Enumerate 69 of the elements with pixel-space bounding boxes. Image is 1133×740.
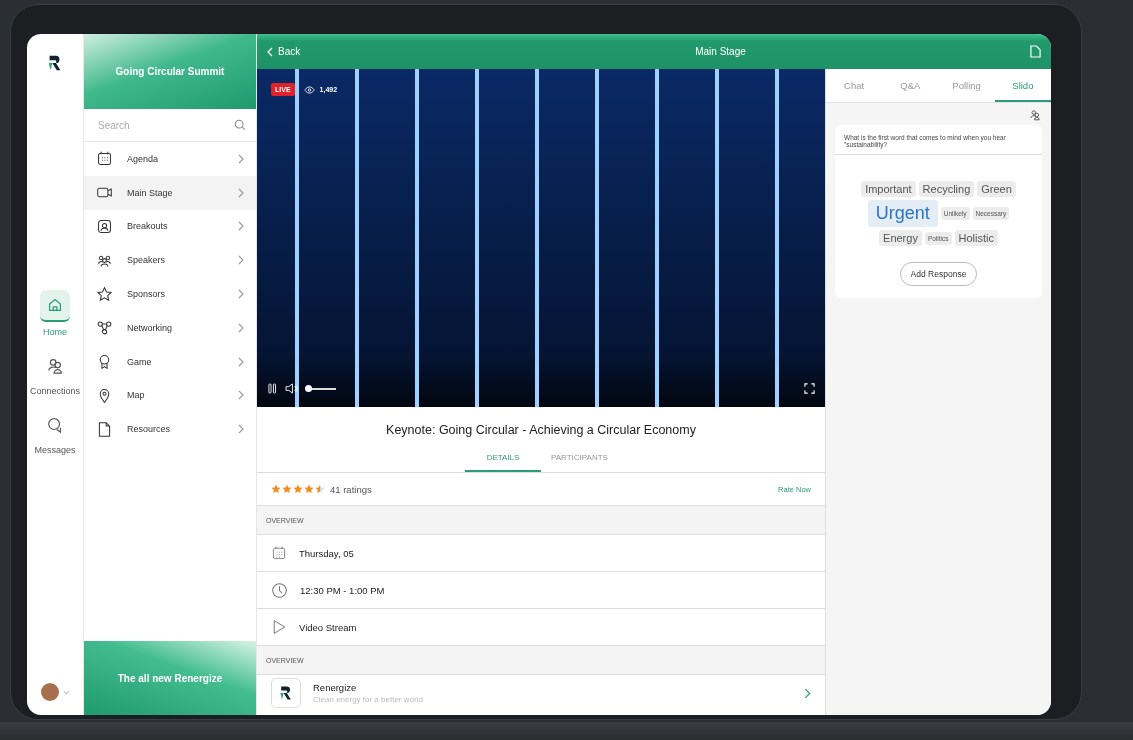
chevron-right-icon[interactable] <box>804 687 811 699</box>
event-title: Going Circular Summit <box>115 66 225 77</box>
word-tag: Urgent <box>867 200 938 227</box>
detail-text: Thursday, 05 <box>299 547 354 559</box>
chevron-left-icon <box>267 46 273 57</box>
avatar[interactable] <box>40 683 59 701</box>
tab[interactable]: DETAILS <box>465 447 541 472</box>
word-tag: Recycling <box>918 181 975 197</box>
banner-text: The all new Renergize <box>117 672 223 684</box>
star-icon <box>282 484 292 494</box>
chevron-right-icon <box>238 322 244 333</box>
clock-icon <box>271 581 288 599</box>
chevron-right-icon <box>238 255 244 266</box>
calendar-icon <box>271 545 287 561</box>
menu-item[interactable]: Networking <box>84 311 256 345</box>
detail-text: 12:30 PM - 1:00 PM <box>300 584 385 596</box>
document-icon[interactable] <box>1030 45 1041 58</box>
rail-nav-item[interactable]: Connections <box>29 351 80 396</box>
search-field[interactable]: Search <box>96 118 234 132</box>
chevron-right-icon <box>238 153 244 164</box>
slider-thumb[interactable] <box>305 385 312 392</box>
rail-nav-item[interactable]: Messages <box>29 410 80 455</box>
tab[interactable]: Slido <box>994 69 1051 102</box>
sponsor-name: Renergize <box>313 682 358 693</box>
back-button[interactable]: Back <box>267 46 387 57</box>
people-icon[interactable] <box>1029 109 1041 121</box>
chevron-right-icon <box>238 390 244 401</box>
word-tag: Green <box>977 181 1016 197</box>
search-icon <box>234 119 246 131</box>
person-frame-icon <box>96 218 113 235</box>
menu-item[interactable]: Sponsors <box>84 277 256 311</box>
page-title: Main Stage <box>694 46 747 57</box>
session-title: Keynote: Going Circular - Achieving a Circular Economy <box>385 422 697 439</box>
star-icon <box>271 484 281 494</box>
progress-slider[interactable] <box>306 385 336 392</box>
menu-item[interactable]: Resources <box>84 412 256 447</box>
menu-item[interactable]: Speakers <box>84 243 256 278</box>
fullscreen-icon[interactable] <box>804 383 815 394</box>
detail-text: Video Stream <box>299 621 357 633</box>
word-tag: Important <box>861 181 916 197</box>
star-icon <box>304 484 314 494</box>
ratings-count: 41 ratings <box>330 483 372 495</box>
chevron-right-icon <box>238 356 244 367</box>
menu-item[interactable]: Map <box>84 378 256 413</box>
chevron-right-icon <box>238 424 244 435</box>
menu-item[interactable]: Breakouts <box>84 209 256 244</box>
sponsor-logo <box>271 678 301 708</box>
home-icon <box>40 290 70 322</box>
add-response-button[interactable]: Add Response <box>899 262 978 286</box>
star-icon <box>96 285 113 303</box>
menu-item[interactable]: Game <box>84 344 256 379</box>
chevron-right-icon <box>238 221 244 232</box>
word-tag: Energy <box>879 230 922 246</box>
chevron-down-icon <box>62 689 70 695</box>
network-icon <box>96 319 113 337</box>
star-icon <box>315 484 325 494</box>
chevron-right-icon <box>238 289 244 300</box>
play-icon <box>271 619 287 635</box>
star-icon <box>293 484 303 494</box>
word-tag: Holistic <box>954 230 998 246</box>
rail-nav-item[interactable]: Home <box>29 290 80 337</box>
menu-item[interactable]: Main Stage <box>84 175 256 210</box>
document-icon <box>96 420 113 438</box>
eye-icon <box>303 85 315 94</box>
chevron-right-icon <box>238 187 244 198</box>
pause-icon[interactable] <box>268 383 277 394</box>
volume-icon[interactable] <box>285 383 298 394</box>
menu-item[interactable]: Agenda <box>84 142 256 176</box>
calendar-icon <box>96 150 113 168</box>
